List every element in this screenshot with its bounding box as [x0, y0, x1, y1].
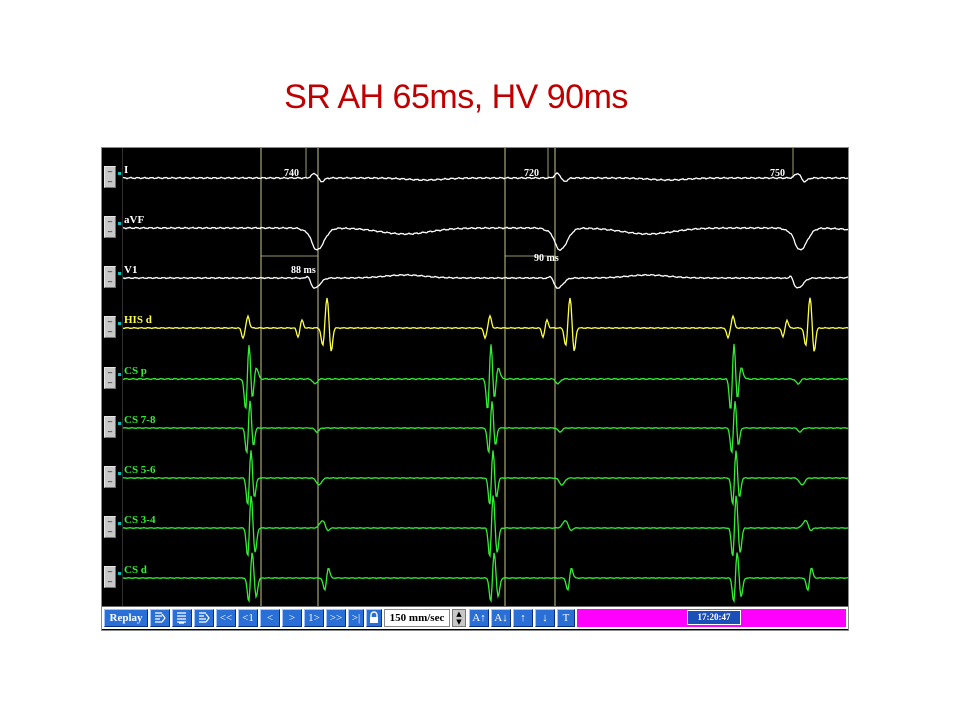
nav-fast-forward-button[interactable]: >> [326, 609, 346, 627]
arrow-up-button[interactable]: ↑ [513, 609, 533, 627]
chevron-down-icon[interactable]: ▼ [453, 618, 465, 626]
channel-adjust-button[interactable]: − − [104, 316, 116, 338]
chevron-up-icon[interactable]: ▲ [453, 610, 465, 618]
channel-marker [118, 172, 121, 175]
trace [123, 226, 848, 252]
channel-adjust-button[interactable]: − − [104, 166, 116, 188]
interval-measurement-label: 90 ms [534, 253, 559, 264]
trace [123, 171, 848, 183]
trace [123, 400, 848, 455]
replay-button[interactable]: Replay [104, 609, 148, 627]
channel-marker [118, 322, 121, 325]
clock-display: 17:20:47 [687, 610, 741, 625]
nav-forward-one-button[interactable]: 1> [304, 609, 324, 627]
slide-title: SR AH 65ms, HV 90ms [284, 78, 628, 116]
channel-marker [118, 472, 121, 475]
nav-end-button[interactable]: >| [348, 609, 364, 627]
channel-adjust-button[interactable]: − − [104, 566, 116, 588]
channel-adjust-button[interactable]: − − [104, 266, 116, 288]
replay-toolbar: Replay << <1 < > 1> >> >| 150 mm/sec ▲ ▼… [102, 606, 848, 629]
channel-marker [118, 572, 121, 575]
replay-mode-3-icon[interactable] [194, 609, 214, 627]
lock-icon[interactable] [366, 609, 382, 627]
nav-forward-button[interactable]: > [282, 609, 302, 627]
nav-first-button[interactable]: << [216, 609, 236, 627]
channel-adjust-button[interactable]: − − [104, 516, 116, 538]
trace [123, 343, 848, 410]
trace [123, 297, 848, 352]
speed-stepper[interactable]: ▲ ▼ [452, 609, 466, 627]
replay-mode-2-icon[interactable] [172, 609, 192, 627]
ep-recording-window: − − I − − aVF − − V1− − HIS d − − CS p − − CS 7-8− − CS 5-… [101, 147, 849, 631]
trace [123, 495, 848, 559]
channel-adjust-button[interactable]: − − [104, 466, 116, 488]
gain-up-button[interactable]: A↑ [469, 609, 489, 627]
trace [123, 552, 848, 604]
cycle-length-label: 720 [524, 168, 539, 179]
channel-adjust-button[interactable]: − − [104, 216, 116, 238]
channel-marker [118, 272, 121, 275]
channel-marker [118, 422, 121, 425]
arrow-down-button[interactable]: ↓ [535, 609, 555, 627]
channel-marker [118, 222, 121, 225]
t-button[interactable]: T [557, 609, 575, 627]
nav-back-button[interactable]: < [260, 609, 280, 627]
trace [123, 450, 848, 507]
channel-adjust-button[interactable]: − − [104, 367, 116, 389]
channel-adjust-button[interactable]: − − [104, 416, 116, 438]
channel-marker [118, 373, 121, 376]
gain-down-button[interactable]: A↓ [491, 609, 511, 627]
trace [123, 273, 848, 290]
trace-area: 740 720 750 88 ms 90 ms [123, 148, 848, 606]
channel-marker [118, 522, 121, 525]
interval-measurement-label: 88 ms [291, 265, 316, 276]
speed-display: 150 mm/sec [384, 609, 450, 627]
replay-mode-1-icon[interactable] [150, 609, 170, 627]
cycle-length-label: 750 [770, 168, 785, 179]
cycle-length-label: 740 [284, 168, 299, 179]
nav-back-one-button[interactable]: <1 [238, 609, 258, 627]
